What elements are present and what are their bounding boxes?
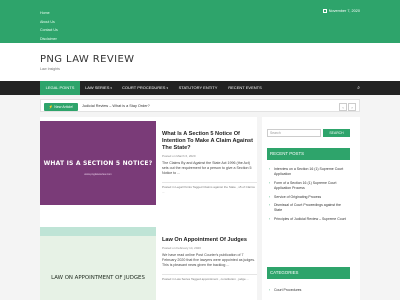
chevron-right-icon: › [269, 203, 271, 208]
top-link-home[interactable]: Home [40, 9, 58, 18]
chevron-down-icon: ▾ [166, 86, 168, 90]
site-header: PNG LAW REVIEW Law Insights [0, 43, 400, 81]
recent-post-item[interactable]: › Service of Originating Process [267, 195, 350, 200]
recent-posts-title: RECENT POSTS [267, 148, 350, 160]
next-arrow-icon[interactable]: › [348, 102, 356, 111]
recent-post-item[interactable]: › Interview on a Section 16 (1) Supreme … [267, 167, 350, 178]
post-footer: Posted in Legal Points Tagged Claims aga… [162, 181, 257, 195]
nav-item-recent-events[interactable]: RECENT EVENTS [223, 81, 267, 95]
recent-post-title: Interview on a Section 16 (1) Supreme Co… [274, 167, 344, 177]
recent-post-title: Principles of Judicial Review – Supreme … [274, 216, 346, 221]
main-content: WHAT IS A SECTION 5 NOTICE? www.pnglawre… [40, 117, 257, 300]
main-nav: LEGAL POINTS LAW SERIES▾ COURT PROCEDURE… [0, 81, 400, 95]
top-bar: Home About Us Contact Us Disclaimer Nove… [0, 0, 400, 43]
prev-arrow-icon[interactable]: ‹ [339, 102, 347, 111]
thumbnail-title: LAW ON APPOINTMENT OF JUDGES [51, 274, 145, 281]
category-label: Court Procedures [274, 288, 302, 292]
nav-item-legal-points[interactable]: LEGAL POINTS [40, 81, 80, 95]
nav-item-court-procedures[interactable]: COURT PROCEDURES▾ [117, 81, 173, 95]
site-title[interactable]: PNG LAW REVIEW [40, 54, 134, 65]
nav-item-label: LAW SERIES [85, 85, 110, 90]
post-meta: Posted on February 14, 2020 [162, 246, 201, 250]
search-input[interactable]: Search [267, 129, 321, 137]
recent-post-item[interactable]: › Dismissal of Court Proceedings against… [267, 203, 350, 214]
news-ticker: ⚡ New Article! Judicial Review – What is… [40, 99, 360, 112]
calendar-icon [323, 9, 327, 13]
post-title[interactable]: What Is A Section 5 Notice Of Intention … [162, 131, 257, 152]
post-excerpt: We have read online Post Courier's publi… [162, 252, 256, 268]
recent-posts-list: › Interview on a Section 16 (1) Supreme … [267, 167, 350, 222]
post-excerpt: The Claims By and Against the State Act … [162, 160, 252, 176]
post-body: What Is A Section 5 Notice Of Intention … [162, 131, 257, 195]
chevron-right-icon: › [269, 288, 271, 292]
category-item[interactable]: › Court Procedures [267, 288, 350, 293]
top-date: November 7, 2020 [323, 9, 360, 13]
bolt-icon: ⚡ [48, 104, 54, 109]
sidebar: Search SEARCH RECENT POSTS › Interview o… [262, 117, 360, 300]
recent-post-title: Dismissal of Court Proceedings against t… [274, 203, 341, 213]
thumbnail-stripe [40, 227, 156, 236]
post-meta: Posted on March 6, 2020 [162, 154, 196, 158]
chevron-right-icon: › [269, 194, 271, 199]
ticker-arrows: ‹ › [339, 102, 356, 111]
nav-item-law-series[interactable]: LAW SERIES▾ [80, 81, 117, 95]
post-title[interactable]: Law On Appointment Of Judges [162, 237, 257, 244]
recent-post-item[interactable]: › Principles of Judicial Review – Suprem… [267, 217, 350, 222]
nav-item-label: RECENT EVENTS [228, 85, 262, 90]
post-footer: Posted in Law Series Tagged appointment … [162, 273, 257, 282]
categories-title: CATEGORIES [267, 267, 350, 279]
chevron-right-icon: › [269, 167, 271, 171]
site-tagline: Law Insights [40, 67, 60, 71]
chevron-down-icon: ▾ [110, 86, 112, 90]
categories-list: › Court Procedures [267, 288, 350, 293]
nav-item-label: COURT PROCEDURES [122, 85, 166, 90]
search-button[interactable]: SEARCH [323, 129, 350, 137]
nav-item-label: STATUTORY ENTITY [178, 85, 218, 90]
nav-item-statutory-entity[interactable]: STATUTORY ENTITY [173, 81, 223, 95]
top-links: Home About Us Contact Us Disclaimer [40, 9, 58, 43]
ticker-headline[interactable]: Judicial Review – What is a Stay Order? [82, 100, 150, 113]
ticker-label-text: New Article! [54, 104, 74, 109]
top-link-contact[interactable]: Contact Us [40, 26, 58, 35]
post-body: Law On Appointment Of Judges Posted on F… [162, 237, 257, 282]
recent-post-item[interactable]: › Form of a Section 16 (1) Supreme Court… [267, 181, 350, 192]
thumbnail-title: WHAT IS A SECTION 5 NOTICE? [43, 159, 153, 167]
post-thumbnail[interactable]: WHAT IS A SECTION 5 NOTICE? www.pnglawre… [40, 121, 156, 205]
ticker-label: ⚡ New Article! [44, 102, 78, 111]
search-icon[interactable]: ⌕ [357, 81, 360, 95]
recent-post-title: Service of Originating Process [274, 194, 322, 199]
recent-post-title: Form of a Section 16 (1) Supreme Court A… [274, 180, 337, 191]
chevron-right-icon: › [269, 216, 271, 221]
date-text: November 7, 2020 [328, 9, 360, 13]
thumbnail-subtitle: www.pnglawreview.com [84, 173, 112, 176]
nav-item-label: LEGAL POINTS [45, 85, 75, 90]
chevron-right-icon: › [269, 180, 271, 185]
top-link-about[interactable]: About Us [40, 18, 58, 27]
post-thumbnail[interactable]: LAW ON APPOINTMENT OF JUDGES [40, 227, 156, 300]
page: Home About Us Contact Us Disclaimer Nove… [0, 0, 400, 300]
